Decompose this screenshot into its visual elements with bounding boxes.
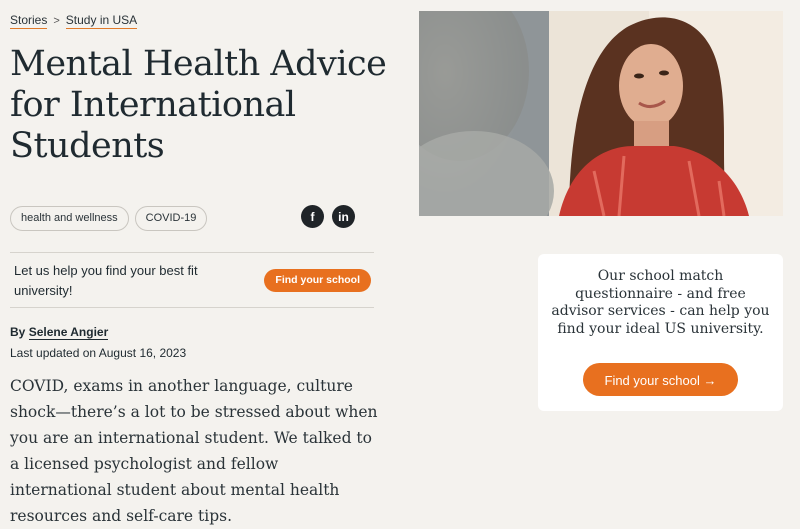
article-intro: COVID, exams in another language, cultur…	[10, 377, 378, 525]
breadcrumb-study-in-usa-link[interactable]: Study in USA	[65, 13, 138, 29]
author-link[interactable]: Selene Angier	[28, 325, 109, 340]
find-your-school-arrow-button[interactable]: Find your school →	[583, 363, 738, 396]
divider	[10, 307, 374, 308]
tag-covid-19[interactable]: COVID-19	[134, 206, 208, 231]
breadcrumb-separator: >	[53, 15, 60, 27]
school-match-card: Our school match questionnaire - and fre…	[538, 254, 783, 411]
cta-text: Let us help you find your best fit unive…	[14, 263, 198, 298]
breadcrumb: Stories > Study in USA	[10, 13, 138, 29]
social-share: f in	[301, 205, 355, 228]
hero-image	[419, 11, 783, 216]
linkedin-icon[interactable]: in	[332, 205, 355, 228]
find-your-school-button[interactable]: Find your school	[264, 269, 371, 292]
byline-prefix: By	[10, 325, 26, 339]
byline: By Selene Angier	[10, 325, 109, 340]
last-updated: Last updated on August 16, 2023	[10, 346, 187, 360]
divider	[10, 252, 374, 253]
card-text: Our school match questionnaire - and fre…	[551, 268, 770, 337]
tag-health-and-wellness[interactable]: health and wellness	[10, 206, 129, 231]
breadcrumb-stories-link[interactable]: Stories	[10, 13, 48, 29]
school-finder-cta: Let us help you find your best fit unive…	[10, 261, 374, 299]
hero-photo	[419, 11, 783, 216]
tag-list: health and wellness COVID-19	[10, 206, 208, 231]
article-title: Mental Health Advice for International S…	[10, 44, 387, 166]
facebook-icon[interactable]: f	[301, 205, 324, 228]
